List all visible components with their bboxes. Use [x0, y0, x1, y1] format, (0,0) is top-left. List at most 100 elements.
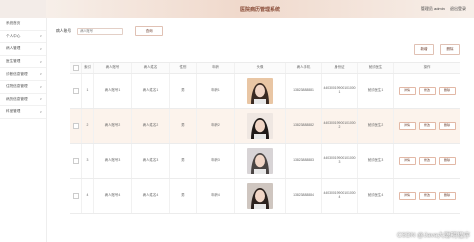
table-row: 4 病人账号4 病人姓名4 男年龄4 13823888884 44030019900101…	[70, 179, 460, 214]
patient-table: 索引 病人账号 病人姓名 性别 年龄 头像 病人手机 身份证 就诊医生 操作 1…	[70, 62, 460, 214]
cell-avatar	[235, 179, 286, 213]
checkbox-box	[72, 65, 79, 71]
edit-button[interactable]: 修改	[418, 192, 436, 200]
row-delete-button[interactable]: 删除	[438, 87, 456, 95]
current-user: 管理员 admin	[420, 6, 445, 11]
cell-avatar	[235, 74, 286, 108]
row-checkbox[interactable]	[70, 179, 82, 213]
detail-button[interactable]: 详情	[398, 192, 416, 200]
chevron-down-icon: ∨	[39, 84, 42, 89]
sidebar-item-label: 病历信息管理	[6, 96, 28, 101]
cell-idcard: 440300199001010001	[322, 74, 358, 108]
header-sex: 性别	[170, 63, 197, 73]
cell-doctor: 就诊医生4	[358, 179, 394, 213]
cell-name: 病人姓名3	[132, 144, 170, 178]
sidebar-item-label: 病人管理	[6, 46, 21, 51]
cell-name: 病人姓名4	[132, 179, 170, 213]
cell-doctor: 就诊医生1	[358, 74, 394, 108]
chevron-down-icon: ∨	[39, 72, 42, 77]
header-name: 病人姓名	[132, 63, 170, 73]
cell-operations: 详情 修改 删除	[394, 74, 460, 108]
cell-age: 年龄4	[197, 179, 235, 213]
search-button[interactable]: 查询	[135, 26, 164, 36]
avatar	[247, 78, 273, 104]
table-row: 2 病人账号2 病人姓名2 男年龄2 13823888882 44030019900101…	[70, 109, 460, 144]
cell-sex: 男	[170, 144, 197, 178]
row-delete-button[interactable]: 删除	[438, 122, 456, 130]
sidebar-item-label: 个人中心	[6, 33, 21, 38]
cell-account: 病人账号2	[94, 109, 132, 143]
header-operations: 操作	[423, 65, 431, 70]
sidebar-item[interactable]: 个人中心 ∨	[0, 31, 46, 44]
app-title: 医院病历管理系统	[239, 7, 280, 13]
checkbox-box	[72, 88, 79, 94]
sidebar-item-label: 诊断信息管理	[6, 71, 28, 76]
cell-avatar	[235, 144, 286, 178]
top-header: 医院病历管理系统 管理员 admin 退出登录	[46, 0, 474, 18]
row-checkbox[interactable]	[70, 109, 82, 143]
header-doctor: 就诊医生	[358, 63, 394, 73]
table-row: 3 病人账号3 病人姓名3 男年龄3 13823888883 44030019900101…	[70, 144, 460, 179]
cell-operations: 详情 修改 删除	[394, 109, 460, 143]
cell-name: 病人姓名2	[132, 109, 170, 143]
edit-button[interactable]: 修改	[418, 122, 436, 130]
sidebar-item-label: 科室管理	[6, 109, 21, 114]
detail-button[interactable]: 详情	[398, 122, 416, 130]
sidebar-item-label: 医生管理	[6, 59, 21, 64]
chevron-down-icon: ∨	[39, 109, 42, 114]
sidebar-item[interactable]: 住院信息管理 ∨	[0, 81, 46, 94]
sidebar-item[interactable]: 系统首页	[0, 18, 46, 31]
detail-button[interactable]: 详情	[398, 157, 416, 165]
cell-sex: 男	[170, 109, 197, 143]
table-header-row: 索引 病人账号 病人姓名 性别 年龄 头像 病人手机 身份证 就诊医生 操作	[70, 62, 460, 74]
sidebar-menu: 系统首页 个人中心 ∨ 病人管理 ∨ 医生管理 ∨ 诊断信息管理 ∨ 住院信息管理 ∨ 病历信息管理 ∨…	[0, 18, 46, 119]
sidebar-item[interactable]: 病人管理 ∨	[0, 43, 46, 56]
cell-age: 年龄1	[197, 74, 235, 108]
checkbox-box	[72, 193, 79, 199]
edit-button[interactable]: 修改	[418, 157, 436, 165]
delete-button[interactable]: 删除	[440, 44, 460, 55]
sidebar-item-label: 住院信息管理	[6, 84, 28, 89]
user-info: 管理员 admin 退出登录	[421, 6, 466, 12]
sidebar-item[interactable]: 诊断信息管理 ∨	[0, 68, 46, 81]
avatar	[247, 183, 273, 209]
sidebar-item[interactable]: 医生管理 ∨	[0, 56, 46, 69]
cell-sex: 男	[170, 179, 197, 213]
row-checkbox[interactable]	[70, 144, 82, 178]
header-index: 索引	[82, 63, 94, 73]
cell-name: 病人姓名1	[132, 74, 170, 108]
cell-doctor: 就诊医生2	[358, 109, 394, 143]
edit-button[interactable]: 修改	[418, 87, 436, 95]
cell-index: 2	[82, 109, 94, 143]
header-phone: 病人手机	[286, 63, 322, 73]
cell-operations: 详情 修改 删除	[394, 144, 460, 178]
add-button[interactable]: 新增	[414, 44, 434, 55]
logout-link[interactable]: 退出登录	[450, 6, 466, 11]
table-actions: 新增 删除	[414, 44, 460, 55]
checkbox-box	[72, 123, 79, 129]
row-delete-button[interactable]: 删除	[438, 192, 456, 200]
cell-doctor: 就诊医生3	[358, 144, 394, 178]
cell-age: 年龄3	[197, 144, 235, 178]
cell-phone: 13823888884	[286, 179, 322, 213]
sidebar: 系统首页 个人中心 ∨ 病人管理 ∨ 医生管理 ∨ 诊断信息管理 ∨ 住院信息管理 ∨ 病历信息管理 ∨…	[0, 0, 47, 242]
cell-avatar	[235, 109, 286, 143]
sidebar-item[interactable]: 科室管理 ∨	[0, 106, 46, 119]
header-avatar: 头像	[235, 63, 286, 73]
row-delete-button[interactable]: 删除	[438, 157, 456, 165]
sidebar-item-label: 系统首页	[6, 21, 21, 26]
chevron-down-icon: ∨	[39, 97, 42, 102]
cell-phone: 13823888882	[286, 109, 322, 143]
avatar	[247, 148, 273, 174]
detail-button[interactable]: 详情	[398, 87, 416, 95]
cell-phone: 13823888883	[286, 144, 322, 178]
search-bar: 病人账号 查询	[56, 24, 164, 38]
table-row: 1 病人账号1 病人姓名1 男年龄1 13823888881 44030019900101…	[70, 74, 460, 109]
cell-idcard: 440300199001010004	[322, 179, 358, 213]
header-account: 病人账号	[94, 63, 132, 73]
row-checkbox[interactable]	[70, 74, 82, 108]
sidebar-item[interactable]: 病历信息管理 ∨	[0, 94, 46, 107]
cell-sex: 男	[170, 74, 197, 108]
patient-account-search-input[interactable]	[77, 27, 124, 35]
select-all-checkbox[interactable]	[70, 63, 82, 73]
